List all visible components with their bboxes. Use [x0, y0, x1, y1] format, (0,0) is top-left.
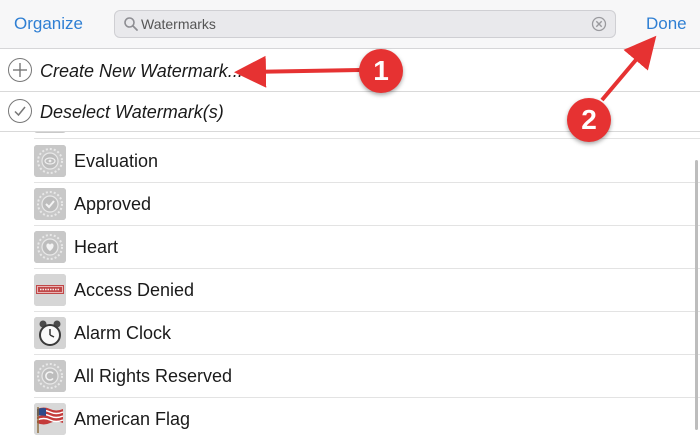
- arrow-to-create: [234, 55, 361, 88]
- step-1-badge: 1: [359, 49, 403, 93]
- annotation-arrows: [234, 35, 657, 102]
- step-2-badge: 2: [567, 98, 611, 142]
- arrow-to-done: [600, 35, 657, 102]
